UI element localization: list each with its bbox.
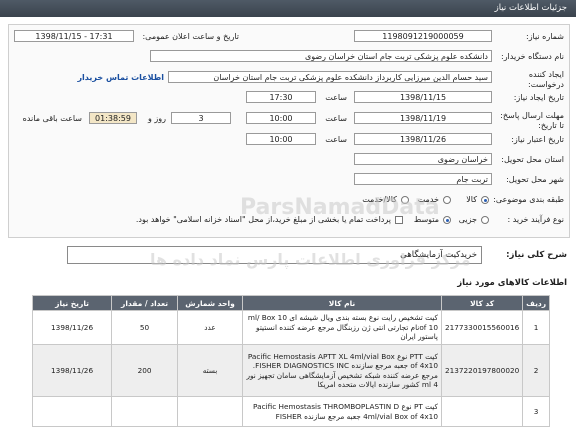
description-label: شرح کلی نیاز:: [506, 250, 567, 260]
page: جزئیات اطلاعات نیاز شماره نیاز: 11980912…: [0, 0, 576, 427]
col-name: نام کالا: [242, 295, 442, 311]
table-row[interactable]: 3 کیت PT نوع Pacific Hemostasis THROMBOP…: [31, 396, 550, 427]
cell-date: 1398/11/26: [31, 344, 113, 397]
cell-unit: [176, 396, 244, 427]
cell-code: 2177330015560016: [440, 310, 524, 345]
purchase-radio-minor[interactable]: [481, 216, 489, 224]
remaining-time-label: ساعت باقی مانده: [22, 114, 82, 123]
deadline-time-field[interactable]: 10:00: [246, 112, 316, 124]
remaining-time-field: 01:38:59: [89, 112, 137, 124]
cell-row: 1: [522, 310, 550, 345]
table-row[interactable]: 2 2137220197800020 کیت PTT نوع Pacific H…: [31, 344, 550, 397]
cell-qty: [111, 396, 178, 427]
goods-section-title: اطلاعات کالاهای مورد نیاز: [457, 278, 567, 288]
validity-time-field[interactable]: 10:00: [246, 133, 316, 145]
need-number-label: شماره نیاز:: [526, 32, 564, 41]
watermark-logo-text: ParsNamadData: [240, 195, 440, 220]
announce-date-label: تاریخ و ساعت اعلان عمومی:: [142, 32, 239, 41]
creator-label: ایجاد کننده درخواست:: [528, 70, 564, 89]
cell-row: 2: [522, 344, 550, 397]
days-remaining-field[interactable]: 3: [171, 112, 231, 124]
buyer-org-field[interactable]: دانشکده علوم پزشکی تربت جام استان خراسان…: [150, 50, 492, 62]
goods-table: ردیف کد کالا نام کالا واحد شمارش تعداد /…: [31, 295, 550, 427]
col-code: کد کالا: [440, 295, 524, 311]
province-label: استان محل تحویل:: [501, 155, 564, 164]
cell-code: [440, 396, 524, 427]
need-number-field[interactable]: 1198091219000059: [354, 30, 492, 42]
buyer-contact-link[interactable]: اطلاعات تماس خریدار: [77, 73, 164, 82]
deadline-date-field[interactable]: 1398/11/19: [354, 112, 492, 124]
city-field[interactable]: تربت جام: [354, 173, 492, 185]
deadline-label: مهلت ارسال پاسخ: تا تاریخ:: [500, 111, 564, 130]
category-radio-goods[interactable]: [481, 196, 489, 204]
cell-name: کیت PTT نوع Pacific Hemostasis APTT XL 4…: [242, 344, 442, 397]
cell-date: 1398/11/26: [31, 310, 113, 345]
table-row[interactable]: 1 2177330015560016 کیت تشخیص رایت نوع بس…: [31, 310, 550, 345]
announce-date-field[interactable]: 1398/11/15 - 17:31: [14, 30, 134, 42]
creator-field[interactable]: سید حسام الدین میرزایی کاربرداز دانشکده …: [168, 71, 492, 83]
cell-row: 3: [522, 396, 550, 427]
purchase-option-minor: جزیی: [458, 215, 477, 224]
col-date: تاریخ نیاز: [31, 295, 113, 311]
create-time-field[interactable]: 17:30: [246, 91, 316, 103]
goods-table-header: ردیف کد کالا نام کالا واحد شمارش تعداد /…: [31, 295, 550, 311]
validity-time-label: ساعت: [325, 135, 347, 144]
cell-name: کیت PT نوع Pacific Hemostasis THROMBOPLA…: [242, 396, 442, 427]
cell-unit: بسته: [176, 344, 244, 397]
watermark-text: مرکز فراوری اطلاعات پارس نماد داده ها: [150, 250, 471, 269]
purchase-radio-medium[interactable]: [443, 216, 451, 224]
deadline-time-label: ساعت: [325, 114, 347, 123]
col-row: ردیف: [522, 295, 550, 311]
create-date-field[interactable]: 1398/11/15: [354, 91, 492, 103]
col-qty: تعداد / مقدار: [111, 295, 178, 311]
days-label: روز و: [148, 114, 166, 123]
col-unit: واحد شمارش: [176, 295, 244, 311]
cell-qty: 200: [111, 344, 178, 397]
cell-qty: 50: [111, 310, 178, 345]
city-label: شهر محل تحویل:: [506, 175, 564, 184]
validity-date-field[interactable]: 1398/11/26: [354, 133, 492, 145]
cell-date: [31, 396, 113, 427]
province-field[interactable]: خراسان رضوی: [354, 153, 492, 165]
cell-name: کیت تشخیص رایت نوع بسته بندی ویال شیشه ا…: [242, 310, 442, 345]
category-option-goods: کالا: [466, 195, 477, 204]
cell-code: 2137220197800020: [440, 344, 524, 397]
category-radio-service[interactable]: [443, 196, 451, 204]
purchase-type-label: نوع فرآیند خرید :: [507, 215, 564, 224]
create-time-label: ساعت: [325, 93, 347, 102]
page-title: جزئیات اطلاعات نیاز: [494, 3, 567, 13]
header-bar: جزئیات اطلاعات نیاز: [0, 0, 576, 17]
validity-date-label: تاریخ اعتبار نیاز:: [511, 135, 564, 144]
create-date-label: تاریخ ایجاد نیاز:: [513, 93, 564, 102]
cell-unit: عدد: [176, 310, 244, 345]
category-label: طبقه بندی موضوعی:: [493, 195, 564, 204]
buyer-org-label: نام دستگاه خریدار:: [501, 52, 564, 61]
